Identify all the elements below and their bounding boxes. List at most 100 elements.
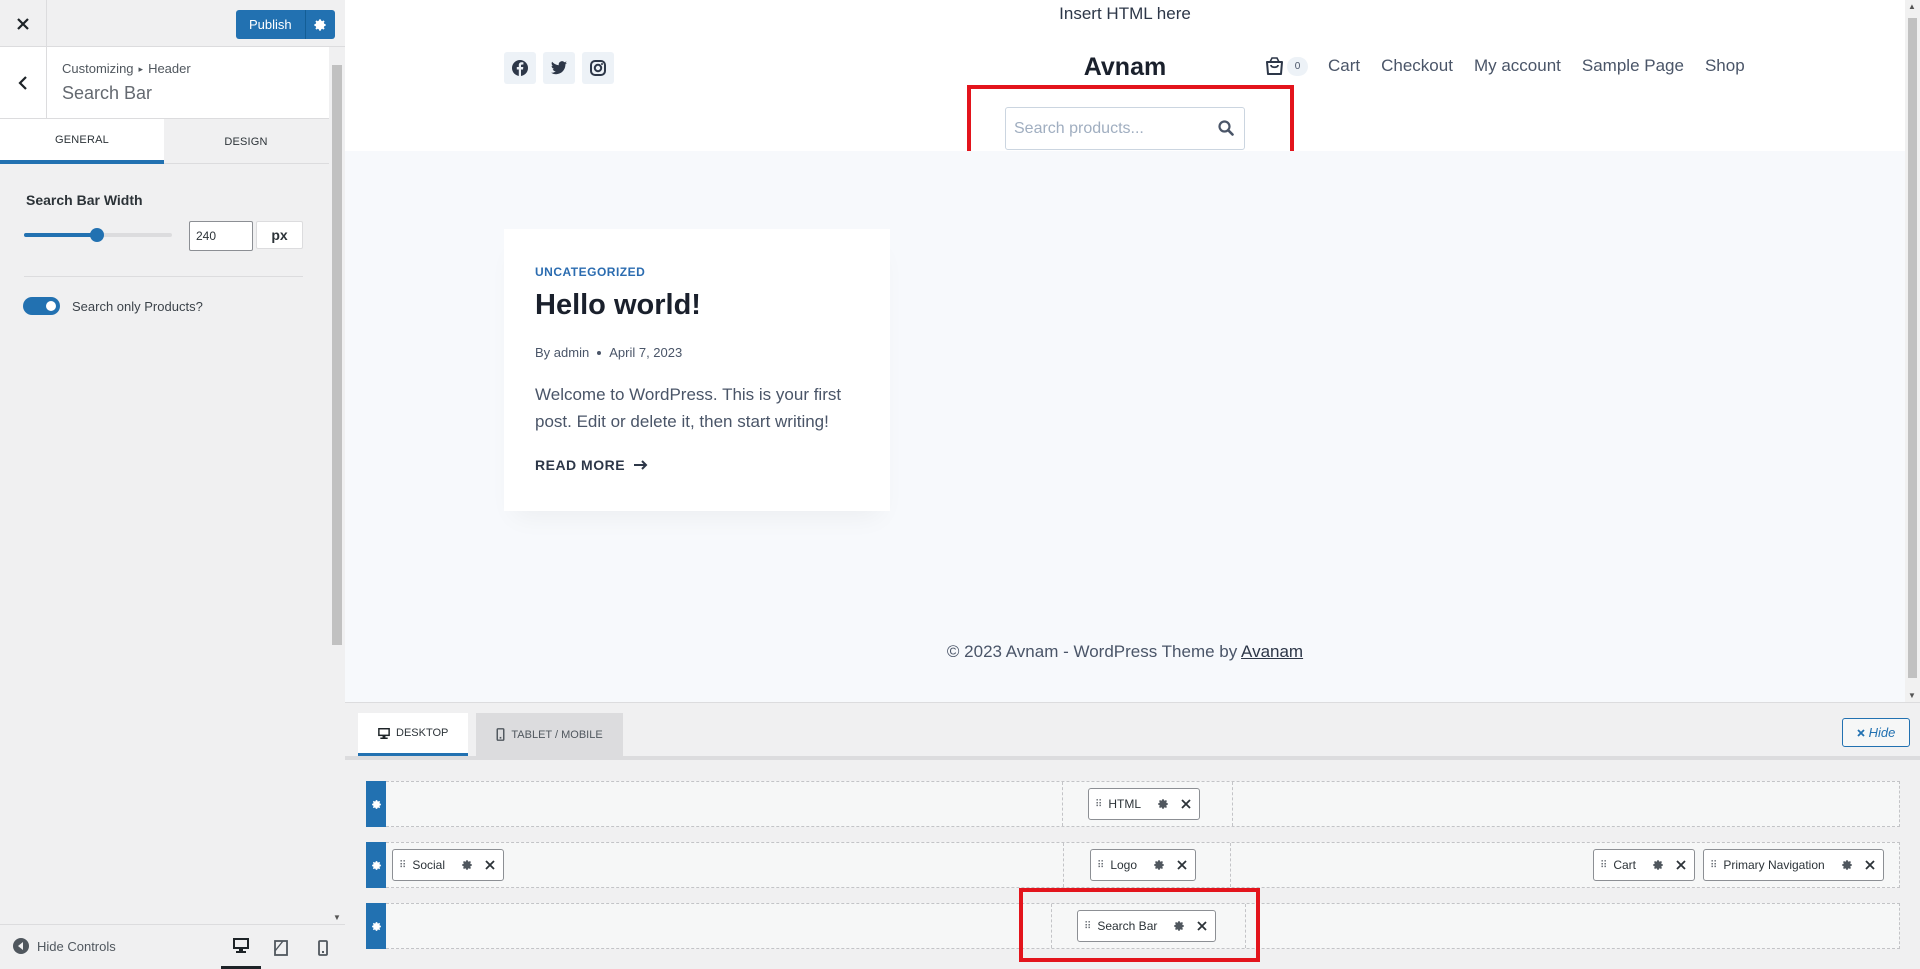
nav-item-my-account[interactable]: My account: [1474, 56, 1561, 76]
builder-item-html[interactable]: ⠿ HTML: [1088, 788, 1200, 820]
tab-tablet-mobile[interactable]: Tablet / Mobile: [476, 713, 623, 756]
nav-item-sample-page[interactable]: Sample Page: [1582, 56, 1684, 76]
builder-column-center: ⠿ Logo: [1063, 843, 1231, 887]
item-remove-button[interactable]: [1181, 799, 1191, 809]
builder-divider: [345, 756, 1920, 760]
breadcrumb-separator-icon: ▸: [138, 64, 144, 74]
search-bar-width-label: Search Bar Width: [26, 192, 143, 208]
hide-builder-button[interactable]: Hide: [1842, 718, 1910, 747]
nav-item-checkout[interactable]: Checkout: [1381, 56, 1453, 76]
content-area: UNCATEGORIZED Hello world! By admin April…: [345, 151, 1905, 702]
tab-general[interactable]: General: [0, 119, 164, 164]
footer-credit-text: © 2023 Avnam - WordPress Theme by: [946, 642, 1238, 661]
preview-mobile-button[interactable]: [303, 925, 343, 969]
drag-handle-icon[interactable]: ⠿: [1095, 799, 1102, 810]
gear-icon: [462, 860, 472, 870]
item-settings-button[interactable]: [1652, 859, 1664, 871]
builder-item-logo[interactable]: ⠿ Logo: [1090, 849, 1197, 881]
section-header: Customizing ▸ Header Search Bar: [0, 47, 329, 119]
panel-scrollbar-thumb[interactable]: [332, 65, 342, 645]
builder-item-primary-navigation[interactable]: ⠿ Primary Navigation: [1703, 849, 1884, 881]
tab-desktop-label: Desktop: [396, 727, 449, 739]
customizer-panel: Publish Customizing ▸ Header Search Bar Ge…: [0, 0, 345, 969]
item-remove-button[interactable]: [1865, 860, 1875, 870]
cart-count-badge: 0: [1287, 57, 1308, 76]
footer-theme-link[interactable]: Avanam: [1241, 642, 1303, 661]
scroll-up-arrow-icon[interactable]: ▲: [1908, 2, 1916, 11]
cart-icon: [1266, 57, 1283, 75]
back-button[interactable]: [0, 47, 47, 119]
tab-desktop[interactable]: Desktop: [358, 713, 469, 756]
hide-controls-label: Hide Controls: [37, 938, 116, 954]
builder-row-main: ⠿ Social ⠿ Logo ⠿ Cart ⠿ Primary Navigat…: [366, 842, 1900, 888]
width-slider[interactable]: [24, 228, 172, 242]
drag-handle-icon[interactable]: ⠿: [1710, 860, 1717, 871]
control-divider: [24, 276, 303, 277]
drag-handle-icon[interactable]: ⠿: [1097, 860, 1104, 871]
panel-scrollbar[interactable]: ▼: [329, 47, 345, 924]
collapse-icon: [13, 938, 29, 954]
scroll-down-arrow-icon[interactable]: ▼: [333, 913, 341, 922]
close-customizer-button[interactable]: [0, 0, 47, 47]
preview-scrollbar-thumb[interactable]: [1908, 18, 1917, 678]
publish-button[interactable]: Publish: [236, 10, 305, 39]
header-cart-button[interactable]: [1265, 56, 1284, 81]
width-slider-handle[interactable]: [89, 228, 104, 242]
item-remove-button[interactable]: [485, 860, 495, 870]
row-settings-button[interactable]: [366, 903, 386, 949]
item-settings-button[interactable]: [461, 859, 473, 871]
builder-item-label: Logo: [1110, 858, 1138, 872]
nav-item-shop[interactable]: Shop: [1705, 56, 1745, 76]
read-more-link[interactable]: READ MORE: [535, 457, 648, 473]
post-by-prefix: By: [535, 345, 551, 360]
gear-icon: [314, 18, 326, 31]
post-excerpt: Welcome to WordPress. This is your first…: [535, 385, 842, 431]
post-author[interactable]: admin: [554, 345, 589, 360]
preview-tablet-button[interactable]: [261, 925, 301, 969]
breadcrumb-parent: Header: [148, 61, 191, 76]
toggle-knob: [46, 301, 56, 311]
drag-handle-icon[interactable]: ⠿: [399, 860, 406, 871]
tablet-icon: [274, 939, 288, 956]
item-settings-button[interactable]: [1841, 859, 1853, 871]
builder-item-label: Primary Navigation: [1723, 858, 1825, 872]
preview-scrollbar[interactable]: ▲ ▼: [1905, 0, 1920, 702]
builder-item-cart[interactable]: ⠿ Cart: [1593, 849, 1695, 881]
read-more-label: READ MORE: [535, 457, 626, 473]
builder-item-social[interactable]: ⠿ Social: [392, 849, 505, 881]
close-icon: [1856, 728, 1865, 737]
search-bar-item-highlight: [1019, 888, 1260, 962]
row-settings-button[interactable]: [366, 842, 386, 888]
publish-group: Publish: [236, 10, 335, 39]
tab-design[interactable]: Design: [164, 119, 328, 164]
panel-header: Publish: [0, 0, 345, 47]
close-icon: [1676, 860, 1686, 870]
item-remove-button[interactable]: [1676, 860, 1686, 870]
item-settings-button[interactable]: [1153, 859, 1165, 871]
arrow-right-icon: [634, 460, 648, 470]
publish-settings-button[interactable]: [304, 10, 335, 39]
gear-icon: [371, 799, 381, 809]
preview-desktop-button[interactable]: [221, 925, 261, 969]
item-remove-button[interactable]: [1177, 860, 1187, 870]
unit-selector-button[interactable]: px: [256, 221, 303, 249]
post-title[interactable]: Hello world!: [535, 289, 701, 322]
drag-handle-icon[interactable]: ⠿: [1600, 860, 1607, 871]
post-date[interactable]: April 7, 2023: [609, 345, 682, 360]
builder-item-label: HTML: [1108, 797, 1141, 811]
post-card: UNCATEGORIZED Hello world! By admin April…: [504, 229, 890, 511]
search-only-products-toggle[interactable]: [23, 297, 60, 315]
desktop-icon: [233, 938, 249, 953]
item-settings-button[interactable]: [1157, 798, 1169, 810]
gear-icon: [1653, 860, 1663, 870]
width-number-input[interactable]: [189, 221, 253, 251]
nav-item-cart[interactable]: Cart: [1328, 56, 1360, 76]
meta-dot: [597, 350, 602, 355]
post-category[interactable]: UNCATEGORIZED: [535, 265, 645, 279]
close-icon: [1865, 860, 1875, 870]
row-settings-button[interactable]: [366, 781, 386, 827]
scroll-down-arrow-icon[interactable]: ▼: [1908, 691, 1916, 700]
hide-controls-button[interactable]: Hide Controls: [13, 938, 116, 954]
breadcrumb-root: Customizing: [62, 61, 134, 76]
gear-icon: [1158, 799, 1168, 809]
